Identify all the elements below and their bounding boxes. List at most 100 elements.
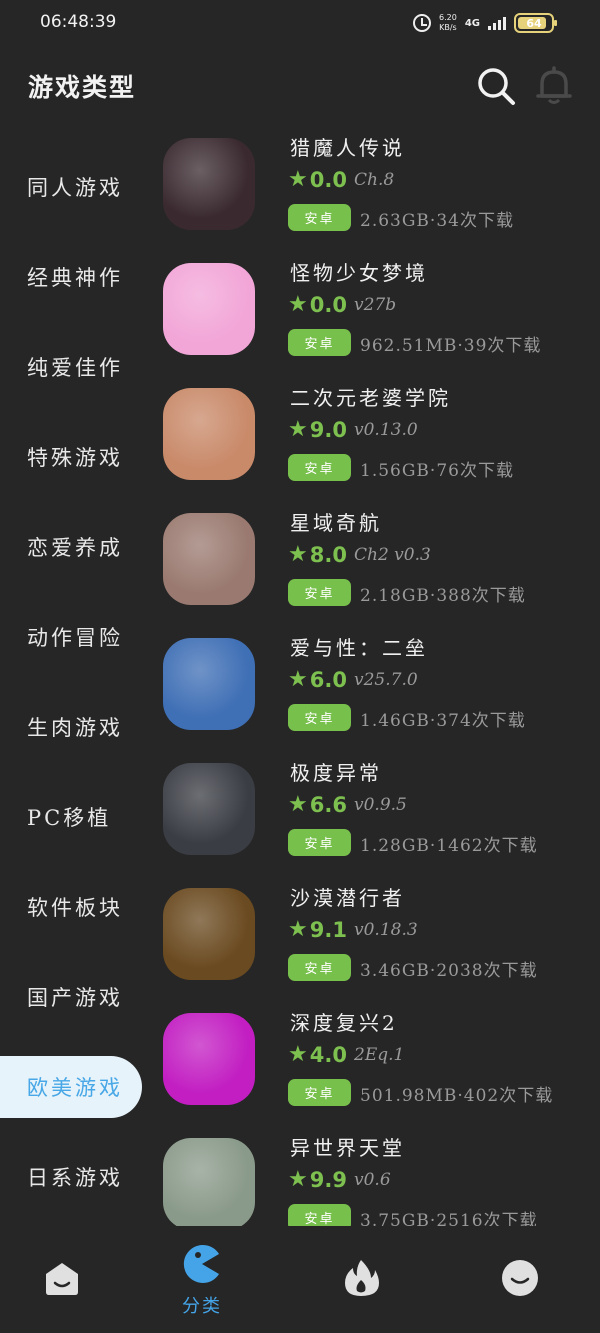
nav-profile[interactable]	[480, 1238, 560, 1333]
game-list: 猎魔人传说 ★ 0.0 Ch.8 安卓 2.63GB·34次下载 怪物少女梦境 ★ 0.0 v27…	[160, 128, 600, 1226]
game-card[interactable]: 星域奇航 ★ 8.0 Ch2 v0.3 安卓 2.18GB·388次下载	[160, 503, 600, 628]
game-thumbnail[interactable]	[163, 513, 255, 605]
game-title: 星域奇航	[290, 511, 382, 535]
game-version: Ch2 v0.3	[354, 545, 431, 565]
sidebar-item-romance[interactable]: 恋爱养成	[0, 502, 150, 592]
platform-badge: 安卓	[288, 1079, 351, 1106]
game-rating: ★ 0.0	[288, 293, 347, 317]
sidebar-item-domestic[interactable]: 国产游戏	[0, 952, 150, 1042]
game-thumbnail[interactable]	[163, 138, 255, 230]
star-icon: ★	[288, 667, 308, 692]
star-icon: ★	[288, 542, 308, 567]
bottom-nav: 分类	[0, 1238, 600, 1333]
hot-icon	[345, 1260, 379, 1296]
net-speed-value: 6.20	[439, 13, 457, 22]
nav-category[interactable]: 分类	[162, 1238, 242, 1333]
game-card[interactable]: 爱与性：二垒 ★ 6.0 v25.7.0 安卓 1.46GB·374次下载	[160, 628, 600, 753]
platform-badge: 安卓	[288, 204, 351, 231]
sidebar-item-label: 恋爱养成	[27, 536, 123, 560]
star-icon: ★	[288, 1167, 308, 1192]
game-version: v0.9.5	[354, 795, 407, 815]
game-card[interactable]: 异世界天堂 ★ 9.9 v0.6 安卓 3.75GB·2516次下载	[160, 1128, 600, 1226]
game-meta: 1.56GB·76次下载	[360, 461, 514, 481]
game-meta: 962.51MB·39次下载	[360, 336, 542, 356]
sidebar-item-japanese[interactable]: 日系游戏	[0, 1132, 150, 1222]
nav-hot[interactable]	[321, 1238, 401, 1333]
sidebar-item-special[interactable]: 特殊游戏	[0, 412, 150, 502]
game-card[interactable]: 猎魔人传说 ★ 0.0 Ch.8 安卓 2.63GB·34次下载	[160, 128, 600, 253]
header: 游戏类型	[0, 52, 600, 116]
game-card[interactable]: 沙漠潜行者 ★ 9.1 v0.18.3 安卓 3.46GB·2038次下载	[160, 878, 600, 1003]
status-icons: 6.20 KB/s 4G 64	[413, 10, 557, 36]
game-meta: 2.18GB·388次下载	[360, 586, 526, 606]
platform-badge: 安卓	[288, 329, 351, 356]
game-title: 深度复兴2	[290, 1011, 398, 1035]
game-card[interactable]: 二次元老婆学院 ★ 9.0 v0.13.0 安卓 1.56GB·76次下载	[160, 378, 600, 503]
game-title: 怪物少女梦境	[290, 261, 428, 285]
game-version: v25.7.0	[354, 670, 418, 690]
net-speed-unit: KB/s	[439, 23, 457, 32]
page-title: 游戏类型	[28, 73, 137, 102]
nav-label-category: 分类	[182, 1296, 222, 1317]
battery-level: 64	[526, 16, 542, 30]
game-thumbnail[interactable]	[163, 388, 255, 480]
network-type: 4G	[464, 17, 480, 29]
game-meta: 3.75GB·2516次下载	[360, 1211, 538, 1226]
rating-value: 8.0	[309, 543, 347, 567]
game-thumbnail[interactable]	[163, 888, 255, 980]
sidebar-item-pc-port[interactable]: PC移植	[0, 772, 150, 862]
sidebar-item-action[interactable]: 动作冒险	[0, 592, 150, 682]
game-thumbnail[interactable]	[163, 1013, 255, 1105]
game-title: 异世界天堂	[290, 1136, 405, 1160]
sidebar-item-raw[interactable]: 生肉游戏	[0, 682, 150, 772]
sidebar-item-label: 日系游戏	[27, 1166, 123, 1190]
battery-icon: 64	[514, 13, 557, 33]
star-icon: ★	[288, 167, 308, 192]
rating-value: 9.1	[309, 918, 347, 942]
bell-icon[interactable]	[534, 66, 574, 106]
game-version: v0.13.0	[354, 420, 418, 440]
game-meta: 3.46GB·2038次下载	[360, 961, 538, 981]
game-rating: ★ 0.0	[288, 168, 347, 192]
sidebar-item-doujin[interactable]: 同人游戏	[0, 142, 150, 232]
sidebar-item-western[interactable]: 欧美游戏	[0, 1056, 142, 1118]
platform-badge: 安卓	[288, 704, 351, 731]
home-icon	[46, 1263, 78, 1295]
game-thumbnail[interactable]	[163, 1138, 255, 1226]
star-icon: ★	[288, 792, 308, 817]
game-meta: 1.46GB·374次下载	[360, 711, 526, 731]
nav-home[interactable]	[22, 1238, 102, 1333]
sidebar-item-software[interactable]: 软件板块	[0, 862, 150, 952]
sidebar-item-pure-love[interactable]: 纯爱佳作	[0, 322, 150, 412]
game-rating: ★ 6.0	[288, 668, 347, 692]
sidebar-item-label: 软件板块	[27, 896, 123, 920]
search-icon[interactable]	[476, 66, 516, 106]
sidebar-item-label: 经典神作	[27, 266, 123, 290]
game-card[interactable]: 极度异常 ★ 6.6 v0.9.5 安卓 1.28GB·1462次下载	[160, 753, 600, 878]
game-meta: 2.63GB·34次下载	[360, 211, 514, 231]
star-icon: ★	[288, 417, 308, 442]
game-version: 2Eq.1	[354, 1045, 405, 1065]
game-thumbnail[interactable]	[163, 638, 255, 730]
sidebar-item-label: 生肉游戏	[27, 716, 123, 740]
game-title: 沙漠潜行者	[290, 886, 405, 910]
game-rating: ★ 6.6	[288, 793, 347, 817]
game-card[interactable]: 怪物少女梦境 ★ 0.0 v27b 安卓 962.51MB·39次下载	[160, 253, 600, 378]
sidebar-item-label: 同人游戏	[27, 176, 123, 200]
game-title: 二次元老婆学院	[290, 386, 451, 410]
rating-value: 9.0	[309, 418, 347, 442]
platform-badge: 安卓	[288, 579, 351, 606]
game-rating: ★ 9.9	[288, 1168, 347, 1192]
sidebar-item-label: 特殊游戏	[27, 446, 123, 470]
game-card[interactable]: 深度复兴2 ★ 4.0 2Eq.1 安卓 501.98MB·402次下载	[160, 1003, 600, 1128]
game-thumbnail[interactable]	[163, 263, 255, 355]
sidebar-item-label: 动作冒险	[27, 626, 123, 650]
game-thumbnail[interactable]	[163, 763, 255, 855]
game-version: Ch.8	[354, 170, 395, 190]
game-version: v27b	[354, 295, 397, 315]
sidebar-item-classic[interactable]: 经典神作	[0, 232, 150, 322]
platform-badge: 安卓	[288, 1204, 351, 1226]
rating-value: 6.0	[309, 668, 347, 692]
game-rating: ★ 8.0	[288, 543, 347, 567]
rating-value: 4.0	[309, 1043, 347, 1067]
